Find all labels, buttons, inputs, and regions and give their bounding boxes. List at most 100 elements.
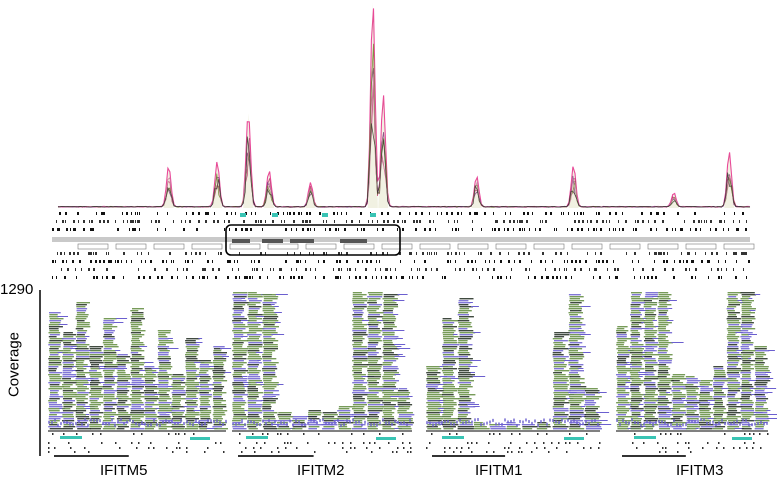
read-mark xyxy=(75,416,90,418)
read-mark xyxy=(131,330,146,332)
read-mark xyxy=(49,376,62,378)
track-feature xyxy=(59,212,61,215)
read-mark xyxy=(89,346,104,348)
track-feature xyxy=(535,228,536,231)
track-feature xyxy=(552,276,554,279)
track-feature xyxy=(507,228,509,231)
read-mark xyxy=(62,372,72,374)
read-mark xyxy=(103,360,114,362)
read-mark xyxy=(49,330,59,332)
read-mark xyxy=(631,358,645,360)
track-feature xyxy=(131,212,132,215)
track-feature xyxy=(555,252,557,255)
read-mark xyxy=(670,423,672,427)
read-overhang xyxy=(580,306,591,307)
read-mark xyxy=(233,346,243,348)
read-mark xyxy=(117,360,129,362)
read-mark xyxy=(685,406,695,408)
read-mark xyxy=(625,420,627,424)
read-mark xyxy=(631,356,644,358)
read-mark xyxy=(630,350,643,352)
read-mark xyxy=(103,322,115,324)
read-mark xyxy=(756,376,770,378)
read-mark xyxy=(384,372,399,374)
read-mark xyxy=(144,406,153,408)
read-overhang xyxy=(767,378,774,379)
read-mark xyxy=(171,412,184,414)
read-mark xyxy=(459,370,470,372)
track-feature xyxy=(654,252,656,255)
read-mark xyxy=(754,388,765,390)
read-overhang xyxy=(244,410,248,411)
read-mark xyxy=(233,400,246,402)
read-mark xyxy=(726,352,740,354)
read-overhang xyxy=(396,346,402,347)
read-mark xyxy=(186,348,198,350)
track-feature xyxy=(60,252,62,255)
track-feature xyxy=(650,212,652,215)
read-mark xyxy=(655,420,657,424)
read-mark xyxy=(382,418,384,422)
panel-track-feature xyxy=(744,442,746,444)
read-overhang xyxy=(439,402,444,403)
read-mark xyxy=(200,402,209,404)
read-mark xyxy=(740,402,754,404)
track-feature xyxy=(715,228,717,231)
read-overhang xyxy=(707,400,715,401)
panel-track-feature xyxy=(707,442,709,444)
track-feature xyxy=(492,276,493,279)
track-feature xyxy=(464,268,465,271)
panel-track-feature xyxy=(543,442,545,444)
track-feature xyxy=(139,212,140,215)
read-mark xyxy=(116,362,131,364)
read-mark xyxy=(308,412,322,414)
read-mark xyxy=(426,372,441,374)
read-mark xyxy=(727,360,740,362)
track-feature xyxy=(199,276,200,279)
read-mark xyxy=(630,314,642,316)
read-mark xyxy=(569,410,584,412)
read-mark xyxy=(130,394,142,396)
track-feature xyxy=(539,228,541,231)
overview-peak xyxy=(568,166,579,208)
track-feature xyxy=(598,212,600,215)
read-mark xyxy=(130,324,143,326)
panel-track-feature xyxy=(471,442,473,444)
read-mark xyxy=(130,358,145,360)
read-mark xyxy=(383,394,399,396)
panel-track-feature xyxy=(659,451,661,453)
read-mark xyxy=(630,320,645,322)
track-feature xyxy=(451,212,453,215)
read-mark xyxy=(200,396,212,398)
read-mark xyxy=(199,414,210,416)
track-feature xyxy=(571,276,572,279)
read-mark xyxy=(427,382,441,384)
read-mark xyxy=(367,346,376,348)
track-feature xyxy=(618,220,619,223)
read-mark xyxy=(382,356,395,358)
read-mark xyxy=(718,421,720,425)
read-mark xyxy=(322,412,337,414)
read-mark xyxy=(263,348,278,350)
read-mark xyxy=(185,340,196,342)
read-mark xyxy=(263,400,276,402)
read-mark xyxy=(286,422,288,426)
panel-track-feature xyxy=(363,442,365,444)
read-mark xyxy=(278,418,291,420)
track-feature xyxy=(658,252,660,255)
read-mark xyxy=(174,421,176,425)
track-feature xyxy=(387,220,389,223)
read-mark xyxy=(199,406,211,408)
track-feature xyxy=(123,220,124,223)
read-mark xyxy=(49,424,58,426)
read-mark xyxy=(103,336,115,338)
read-mark xyxy=(442,354,455,356)
read-mark xyxy=(367,292,383,294)
read-mark xyxy=(657,390,667,392)
track-feature xyxy=(323,276,325,279)
read-mark xyxy=(48,388,63,390)
track-feature xyxy=(644,276,645,279)
read-mark xyxy=(322,416,335,418)
read-mark xyxy=(199,388,214,390)
read-mark xyxy=(247,294,263,296)
